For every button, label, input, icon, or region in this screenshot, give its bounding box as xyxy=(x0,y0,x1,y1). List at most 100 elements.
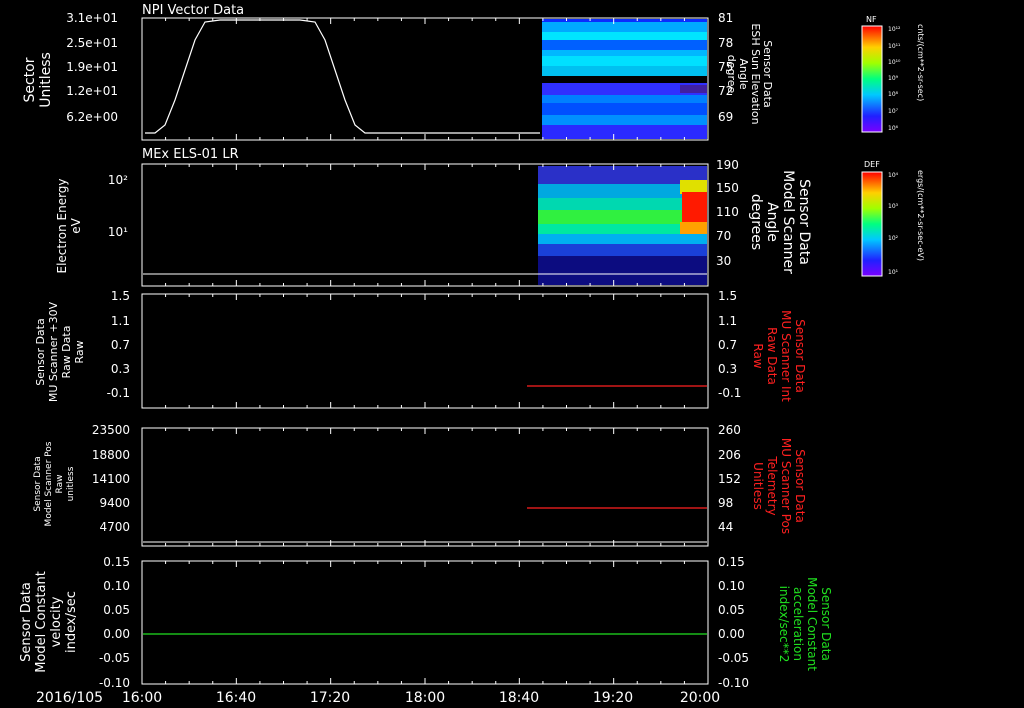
p1-rt-1: 78 xyxy=(718,36,733,50)
p2-rl-3: degrees xyxy=(748,194,764,250)
p4-lt-4: 4700 xyxy=(99,520,130,534)
p2-ll-1: eV xyxy=(69,217,83,233)
p1-ll-1: Unitless xyxy=(38,52,54,108)
p3-rl-1: MU Scanner Int xyxy=(779,310,793,402)
p1-lt-3: 1.2e+01 xyxy=(66,84,118,98)
p1-lt-4: 6.2e+00 xyxy=(66,110,118,124)
panel1-title: NPI Vector Data xyxy=(142,3,244,18)
p5-rl-2: acceleration xyxy=(791,587,805,661)
p4-rl-0: Sensor Data xyxy=(793,449,807,523)
p2-rl-2: Angle xyxy=(764,202,780,242)
cb2-unit: ergs/(cm**2-sr-sec-eV) xyxy=(916,170,925,261)
p5-lt-2: 0.05 xyxy=(103,603,130,617)
p2-rl-1: Model Scanner xyxy=(780,170,796,274)
p2-lt-0: 10² xyxy=(108,173,128,187)
p4-rt-4: 44 xyxy=(718,520,733,534)
cb1-t0: 10¹² xyxy=(888,26,901,33)
chart-figure: NPI Vector Data 3.1e+01 2.5e+01 1.9e+01 … xyxy=(0,0,1024,708)
cb1-t5: 10⁷ xyxy=(888,108,899,115)
p4-rl-2: Telemetry xyxy=(765,455,779,515)
p4-rt-1: 206 xyxy=(718,448,741,462)
p3-lt-4: -0.1 xyxy=(107,386,130,400)
p3-rt-1: 1.1 xyxy=(718,314,737,328)
p3-ll-1: MU Scanner +30V xyxy=(47,301,60,402)
p3-rl-3: Raw xyxy=(751,343,765,368)
cb2-t0: 10⁴ xyxy=(888,172,899,179)
p5-ll-3: index/sec xyxy=(64,591,79,653)
cb2-t2: 10² xyxy=(888,235,899,242)
p5-rt-4: -0.05 xyxy=(718,651,749,665)
p5-lt-3: 0.00 xyxy=(103,627,130,641)
p3-ll-0: Sensor Data xyxy=(34,318,47,385)
p3-ll-3: Raw xyxy=(73,340,86,363)
p2-rt-1: 150 xyxy=(716,181,739,195)
p4-rt-3: 98 xyxy=(718,496,733,510)
p2-rl-0: Sensor Data xyxy=(796,179,812,265)
p3-lt-3: 0.3 xyxy=(111,362,130,376)
panel1-left-label: Sector Unitless xyxy=(22,52,54,108)
p4-ll-3: unitless xyxy=(66,466,76,501)
p1-lt-2: 1.9e+01 xyxy=(66,60,118,74)
p1-lt-0: 3.1e+01 xyxy=(66,11,118,25)
p2-ll-0: Electron Energy xyxy=(55,178,69,273)
cb1-unit: cnts/(cm**2-sr-sec) xyxy=(916,24,925,101)
p5-lt-1: 0.10 xyxy=(103,579,130,593)
p3-rl-2: Raw Data xyxy=(765,327,779,385)
p5-rt-5: -0.10 xyxy=(718,676,749,690)
panel2-title: MEx ELS-01 LR xyxy=(142,147,239,162)
x-tick-label-6: 20:00 xyxy=(680,690,720,706)
x-tick-label-0: 16:00 xyxy=(122,690,162,706)
p5-rt-2: 0.05 xyxy=(718,603,745,617)
p4-rt-0: 260 xyxy=(718,423,741,437)
x-tick-label-5: 19:20 xyxy=(593,690,633,706)
p1-ll-0: Sector xyxy=(22,57,38,102)
panel1-spectrogram xyxy=(542,19,707,139)
p5-rt-0: 0.15 xyxy=(718,555,745,569)
cb1-t6: 10⁶ xyxy=(888,125,899,132)
p4-lt-3: 9400 xyxy=(99,496,130,510)
p3-lt-2: 0.7 xyxy=(111,338,130,352)
cb2-title: DEF xyxy=(864,160,880,169)
p1-rt-0: 81 xyxy=(718,11,733,25)
p4-lt-1: 18800 xyxy=(92,448,130,462)
cb1-t4: 10⁸ xyxy=(888,91,899,98)
p4-ll-1: Model Scanner Pos xyxy=(44,441,54,526)
p4-rt-2: 152 xyxy=(718,472,741,486)
p3-lt-1: 1.1 xyxy=(111,314,130,328)
p2-rt-3: 70 xyxy=(716,229,731,243)
p4-rl-3: Unitless xyxy=(751,462,765,510)
x-tick-label-1: 16:40 xyxy=(216,690,256,706)
p2-rt-4: 30 xyxy=(716,254,731,268)
p5-rl-1: Model Constant xyxy=(805,577,819,671)
p4-ll-2: Raw xyxy=(55,475,65,494)
p2-rt-0: 190 xyxy=(716,158,739,172)
p5-rl-3: index/sec**2 xyxy=(777,586,791,663)
p3-ll-2: Raw Data xyxy=(60,326,73,379)
p1-rt-4: 69 xyxy=(718,110,733,124)
cb1-title: NF xyxy=(866,15,877,24)
cb1-t1: 10¹¹ xyxy=(888,43,901,50)
p5-ll-0: Sensor Data xyxy=(19,582,34,662)
p1-lt-1: 2.5e+01 xyxy=(66,36,118,50)
p5-ll-1: Model Constant xyxy=(34,571,49,673)
cb2-t3: 10¹ xyxy=(888,269,899,276)
p5-rt-3: 0.00 xyxy=(718,627,745,641)
p2-lt-1: 10¹ xyxy=(108,225,128,239)
p3-rt-2: 0.7 xyxy=(718,338,737,352)
p4-lt-2: 14100 xyxy=(92,472,130,486)
panel2-spectrogram xyxy=(538,166,707,285)
p3-rt-3: 0.3 xyxy=(718,362,737,376)
p5-rt-1: 0.10 xyxy=(718,579,745,593)
x-tick-label-2: 17:20 xyxy=(310,690,350,706)
x-tick-label-4: 18:40 xyxy=(499,690,539,706)
p5-lt-5: -0.10 xyxy=(99,676,130,690)
panel5-right-label: Sensor Data Model Constant acceleration … xyxy=(777,577,833,671)
cb2-t1: 10³ xyxy=(888,203,899,210)
p5-rl-0: Sensor Data xyxy=(819,587,833,661)
x-date-label: 2016/105 xyxy=(36,690,103,706)
p3-rt-0: 1.5 xyxy=(718,289,737,303)
p5-ll-2: velocity xyxy=(49,596,64,647)
p3-rt-4: -0.1 xyxy=(718,386,741,400)
cb1-t3: 10⁹ xyxy=(888,75,899,82)
p4-ll-0: Sensor Data xyxy=(33,456,43,511)
